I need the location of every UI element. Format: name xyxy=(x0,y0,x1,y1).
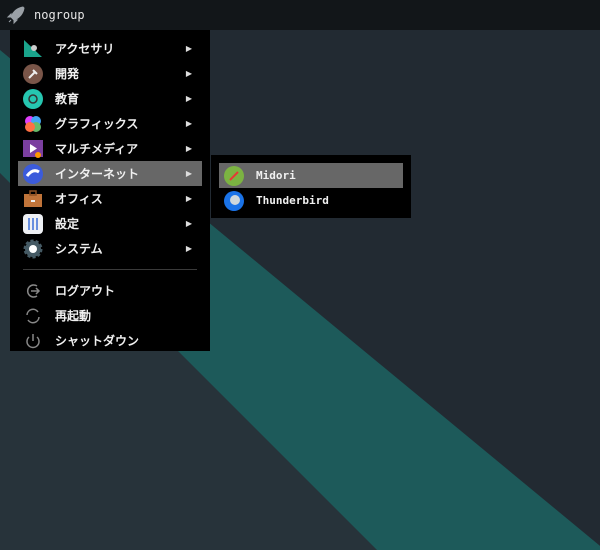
logout-button[interactable]: ログアウト xyxy=(18,278,202,303)
menu-item-label: Thunderbird xyxy=(256,194,329,207)
menu-item-education[interactable]: 教育 ▶ xyxy=(18,86,202,111)
submenu-item-midori[interactable]: Midori xyxy=(219,163,403,188)
logout-icon xyxy=(23,281,43,301)
menu-item-label: シャットダウン xyxy=(55,334,140,348)
internet-icon xyxy=(23,163,43,184)
menu-item-label: インターネット xyxy=(55,167,140,181)
internet-submenu: Midori Thunderbird xyxy=(211,155,411,218)
menu-item-multimedia[interactable]: マルチメディア ▶ xyxy=(18,136,202,161)
office-icon xyxy=(23,189,43,209)
chevron-right-icon: ▶ xyxy=(185,69,192,78)
gear-icon xyxy=(23,239,43,259)
menu-item-label: システム xyxy=(55,242,103,256)
multimedia-icon xyxy=(23,139,43,159)
menu-item-settings[interactable]: 設定 ▶ xyxy=(18,211,202,236)
accessories-icon xyxy=(23,39,43,59)
menu-item-label: 再起動 xyxy=(55,309,92,323)
chevron-right-icon: ▶ xyxy=(185,94,192,103)
menu-item-label: 設定 xyxy=(55,217,80,231)
power-icon xyxy=(23,331,43,351)
rocket-menu-icon[interactable] xyxy=(6,5,26,25)
development-icon xyxy=(23,63,43,84)
menu-item-internet[interactable]: インターネット ▶ xyxy=(18,161,202,186)
menu-item-label: オフィス xyxy=(55,192,103,206)
menu-item-system[interactable]: システム ▶ xyxy=(18,236,202,261)
top-panel: nogroup xyxy=(0,0,600,30)
menu-item-graphics[interactable]: グラフィックス ▶ xyxy=(18,111,202,136)
menu-item-label: アクセサリ xyxy=(55,42,115,56)
chevron-right-icon: ▶ xyxy=(185,244,192,253)
menu-item-office[interactable]: オフィス ▶ xyxy=(18,186,202,211)
menu-item-label: マルチメディア xyxy=(55,142,139,156)
chevron-right-icon: ▶ xyxy=(185,44,192,53)
chevron-right-icon: ▶ xyxy=(185,219,192,228)
restart-button[interactable]: 再起動 xyxy=(18,303,202,328)
menu-item-development[interactable]: 開発 ▶ xyxy=(18,61,202,86)
shutdown-button[interactable]: シャットダウン xyxy=(18,328,202,353)
menu-item-label: 教育 xyxy=(55,92,80,106)
education-icon xyxy=(23,88,43,109)
restart-icon xyxy=(23,306,43,326)
panel-title[interactable]: nogroup xyxy=(34,8,85,22)
application-menu: アクセサリ ▶ 開発 ▶ 教育 ▶ グラフィックス ▶ マルチメディア ▶ インターネット… xyxy=(10,30,210,351)
chevron-right-icon: ▶ xyxy=(185,119,192,128)
menu-item-label: ログアウト xyxy=(55,284,116,298)
midori-icon xyxy=(224,165,244,186)
graphics-icon xyxy=(23,114,43,134)
settings-icon xyxy=(23,213,43,234)
menu-separator xyxy=(23,269,197,270)
chevron-right-icon: ▶ xyxy=(185,194,192,203)
menu-item-label: 開発 xyxy=(55,67,80,81)
chevron-right-icon: ▶ xyxy=(185,144,192,153)
menu-item-label: Midori xyxy=(256,169,296,182)
menu-item-label: グラフィックス xyxy=(55,117,139,131)
chevron-right-icon: ▶ xyxy=(185,169,192,178)
menu-item-accessories[interactable]: アクセサリ ▶ xyxy=(18,36,202,61)
submenu-item-thunderbird[interactable]: Thunderbird xyxy=(219,188,403,213)
thunderbird-icon xyxy=(224,190,244,211)
